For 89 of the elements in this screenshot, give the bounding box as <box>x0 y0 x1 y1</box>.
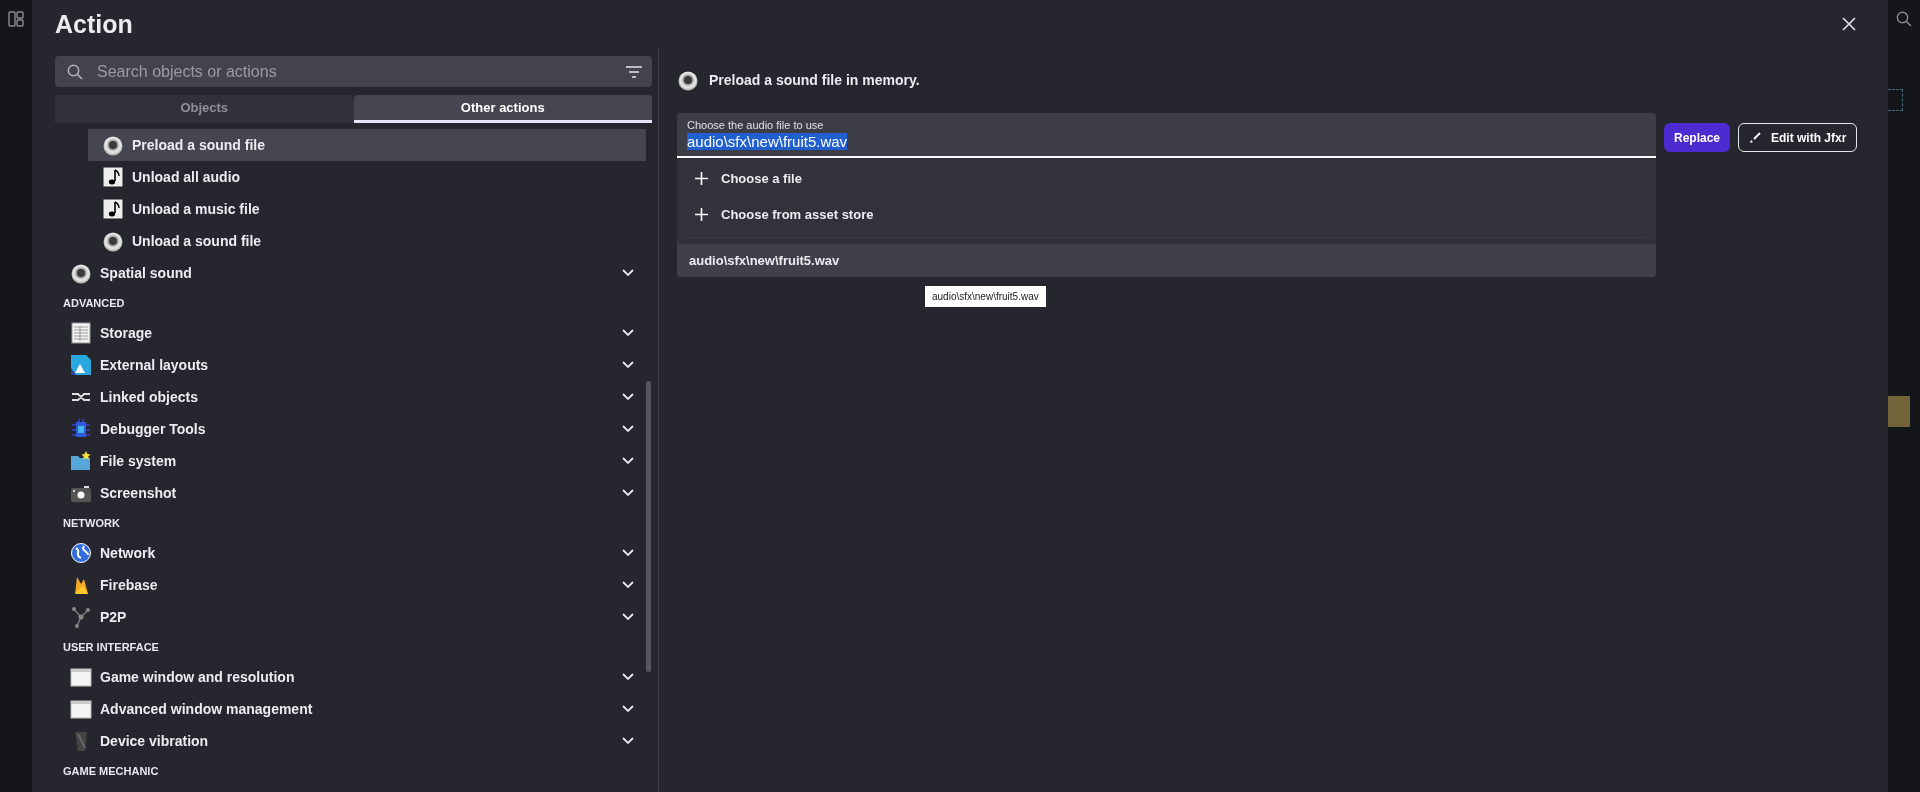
speaker-icon <box>102 134 124 156</box>
category-item[interactable]: Spatial sound <box>55 257 646 289</box>
layout-icon[interactable] <box>8 11 24 27</box>
spreadsheet-icon <box>70 322 92 344</box>
section-heading: NETWORK <box>62 516 121 531</box>
action-label: Unload a sound file <box>132 233 263 249</box>
category-item[interactable]: Firebase <box>55 569 646 601</box>
action-label: Unload a music file <box>132 201 261 217</box>
document-icon <box>70 354 92 376</box>
category-item[interactable]: Network <box>55 537 646 569</box>
category-label: Screenshot <box>100 485 178 501</box>
search-icon <box>67 63 83 80</box>
category-label: Firebase <box>100 577 159 593</box>
audio-file-field[interactable]: Choose the audio file to use audio\sfx\new\fruit5.wav <box>677 113 1656 158</box>
plus-icon <box>695 207 708 221</box>
category-label: Device vibration <box>100 733 210 749</box>
chevron-down-icon[interactable] <box>622 705 634 713</box>
network-nodes-icon <box>70 606 92 628</box>
category-label: Debugger Tools <box>100 421 207 437</box>
category-item[interactable]: External layouts <box>55 349 646 381</box>
action-item[interactable]: Unload a music file <box>88 193 646 225</box>
category-label: Game window and resolution <box>100 669 296 685</box>
tab[interactable]: Other actions <box>353 95 652 123</box>
plus-icon <box>695 171 708 185</box>
chevron-down-icon[interactable] <box>622 581 634 589</box>
close-icon[interactable] <box>1842 17 1856 31</box>
scrollbar-thumb[interactable] <box>646 381 651 672</box>
category-item[interactable]: Debugger Tools <box>55 413 646 445</box>
chevron-down-icon[interactable] <box>622 613 634 621</box>
category-label: Spatial sound <box>100 265 193 281</box>
tooltip: audio\sfx\new\fruit5.wav <box>925 286 1046 307</box>
category-item[interactable]: File system <box>55 445 646 477</box>
edit-button[interactable]: Edit with Jfxr <box>1738 123 1858 152</box>
category-item[interactable]: Device vibration <box>55 725 646 757</box>
chevron-down-icon[interactable] <box>622 737 634 745</box>
category-label: File system <box>100 453 178 469</box>
chevron-down-icon[interactable] <box>622 549 634 557</box>
music-note-icon <box>102 166 124 188</box>
search-icon[interactable] <box>1896 11 1912 27</box>
chevron-down-icon[interactable] <box>622 329 634 337</box>
tab[interactable]: Objects <box>55 95 354 123</box>
action-label: Preload a sound file <box>132 137 267 153</box>
category-item[interactable]: Advanced window management <box>55 693 646 725</box>
search-field[interactable]: Search objects or actions <box>55 56 652 87</box>
dialog-title: Action <box>55 9 133 39</box>
category-item[interactable]: P2P <box>55 601 646 633</box>
action-item[interactable]: Preload a sound file <box>88 129 646 161</box>
chevron-down-icon[interactable] <box>622 489 634 497</box>
category-item[interactable]: Game window and resolution <box>55 661 646 693</box>
section-heading: ADVANCED <box>62 296 126 311</box>
speaker-icon <box>102 230 124 252</box>
speaker-icon <box>677 69 699 91</box>
music-note-icon <box>102 198 124 220</box>
chevron-down-icon[interactable] <box>622 425 634 433</box>
globe-icon <box>70 542 92 564</box>
dropdown-option[interactable]: audio\sfx\new\fruit5.wav <box>677 244 1656 277</box>
category-item[interactable]: Storage <box>55 317 646 349</box>
category-label: Storage <box>100 325 154 341</box>
chevron-down-icon[interactable] <box>622 673 634 681</box>
chevron-down-icon[interactable] <box>622 361 634 369</box>
category-item[interactable]: Linked objects <box>55 381 646 413</box>
action-description: Preload a sound file in memory. <box>709 72 920 88</box>
search-input[interactable]: Search objects or actions <box>95 61 614 82</box>
action-item[interactable]: Unload a sound file <box>88 225 646 257</box>
replace-button[interactable]: Replace <box>1664 123 1731 152</box>
chevron-down-icon[interactable] <box>622 269 634 277</box>
section-heading: USER INTERFACE <box>62 640 160 655</box>
chevron-down-icon[interactable] <box>622 393 634 401</box>
category-item[interactable]: Screenshot <box>55 477 646 509</box>
category-label: Linked objects <box>100 389 200 405</box>
category-label: P2P <box>100 609 128 625</box>
action-label: Unload all audio <box>132 169 242 185</box>
window-icon <box>70 666 92 688</box>
filter-icon[interactable] <box>626 65 642 78</box>
category-label: External layouts <box>100 357 210 373</box>
category-label: Advanced window management <box>100 701 314 717</box>
category-label: Network <box>100 545 157 561</box>
bug-icon <box>70 418 92 440</box>
brush-icon <box>1749 131 1762 144</box>
selection-outline <box>1888 89 1903 111</box>
action-item[interactable]: Unload all audio <box>88 161 646 193</box>
speaker-icon <box>70 262 92 284</box>
window-icon <box>70 698 92 720</box>
section-heading: GAME MECHANIC <box>62 764 160 779</box>
dropdown-option[interactable]: Choose from asset store <box>677 196 1656 232</box>
canvas-object <box>1888 396 1910 427</box>
chevron-down-icon[interactable] <box>622 457 634 465</box>
folder-star-icon <box>70 450 92 472</box>
dropdown-option[interactable]: Choose a file <box>677 160 1656 196</box>
